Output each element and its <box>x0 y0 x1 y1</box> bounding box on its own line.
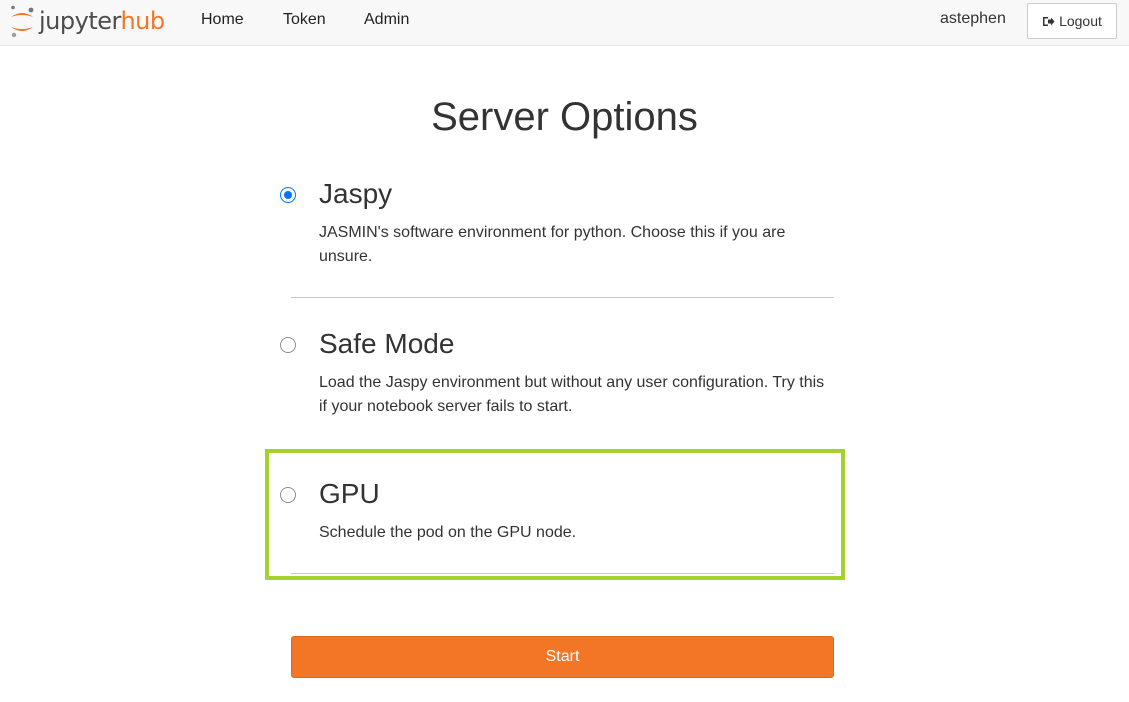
username: astephen <box>940 10 1006 27</box>
start-button[interactable]: Start <box>291 636 834 678</box>
radio-safe-mode[interactable] <box>280 337 296 353</box>
nav-home[interactable]: Home <box>201 11 244 29</box>
radio-jaspy[interactable] <box>280 187 296 203</box>
jupyterhub-logo[interactable]: jupyterhub <box>8 3 165 39</box>
option-title: GPU <box>319 478 380 509</box>
option-description: Schedule the pod on the GPU node. <box>319 524 577 541</box>
logout-label: Logout <box>1059 13 1102 29</box>
highlight-box <box>265 449 845 580</box>
option-title: Safe Mode <box>319 328 455 359</box>
navbar: jupyterhub Home Token Admin astephen Log… <box>0 0 1129 46</box>
brand-jupyter: jupyter <box>39 7 121 35</box>
radio-gpu[interactable] <box>280 487 296 503</box>
divider <box>291 297 834 298</box>
divider <box>291 573 834 574</box>
nav-admin[interactable]: Admin <box>364 11 409 29</box>
option-description: Load the Jaspy environment but without a… <box>319 374 825 415</box>
brand-hub: hub <box>120 7 165 35</box>
page-title: Server Options <box>431 95 698 139</box>
brand-text: jupyterhub <box>39 9 165 33</box>
logout-button[interactable]: Logout <box>1027 3 1117 39</box>
jupyter-logo-icon <box>11 5 34 38</box>
nav-token[interactable]: Token <box>283 11 326 29</box>
sign-out-icon <box>1043 16 1055 26</box>
option-title: Jaspy <box>319 178 393 209</box>
option-description: JASMIN's software environment for python… <box>319 224 786 265</box>
